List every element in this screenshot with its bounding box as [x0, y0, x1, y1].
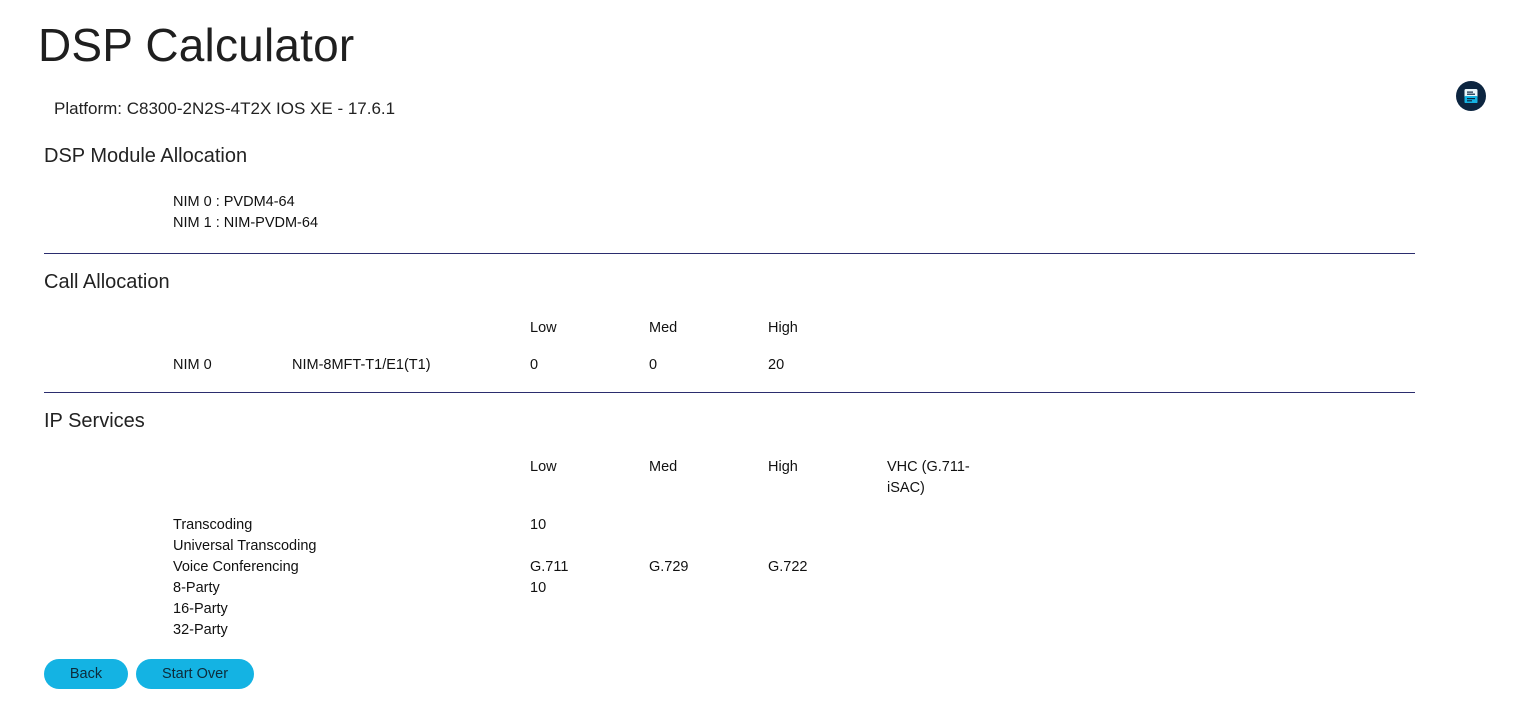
dsp-module-item: NIM 0 : PVDM4-64: [173, 194, 295, 210]
start-over-button[interactable]: Start Over: [136, 659, 254, 689]
dsp-module-item: NIM 1 : NIM-PVDM-64: [173, 215, 319, 231]
ip-services-title: IP Services: [44, 410, 145, 432]
universal-transcoding-label: Universal Transcoding: [173, 538, 317, 554]
call-allocation-title: Call Allocation: [44, 271, 170, 293]
party-16-label: 16-Party: [173, 601, 228, 617]
ip-header-med: Med: [649, 459, 678, 475]
platform-info: Platform: C8300-2N2S-4T2X IOS XE - 17.6.…: [54, 99, 396, 118]
back-button[interactable]: Back: [44, 659, 128, 689]
call-header-low: Low: [530, 320, 557, 336]
transcoding-label: Transcoding: [173, 517, 253, 533]
call-header-high: High: [768, 320, 798, 336]
section-divider: [44, 392, 1415, 393]
ip-header-low: Low: [530, 459, 557, 475]
call-header-med: Med: [649, 320, 678, 336]
party-8-label: 8-Party: [173, 580, 220, 596]
page-title: DSP Calculator: [38, 19, 355, 71]
ip-header-vhc-cont: iSAC): [887, 480, 925, 496]
report-button[interactable]: [1456, 81, 1486, 111]
dsp-module-allocation-title: DSP Module Allocation: [44, 145, 248, 167]
codec-g711: G.711: [530, 559, 569, 575]
transcoding-low: 10: [530, 517, 547, 533]
ip-header-vhc: VHC (G.711-: [887, 459, 970, 475]
section-divider: [44, 253, 1415, 254]
ip-header-high: High: [768, 459, 798, 475]
codec-g722: G.722: [768, 559, 808, 575]
party-32-label: 32-Party: [173, 622, 228, 638]
codec-g729: G.729: [649, 559, 689, 575]
call-row-high: 20: [768, 357, 785, 373]
voice-conferencing-label: Voice Conferencing: [173, 559, 299, 575]
party-8-value: 10: [530, 580, 547, 596]
call-row-med: 0: [649, 357, 658, 373]
report-icon: [1463, 88, 1479, 104]
call-row-low: 0: [530, 357, 539, 373]
call-row-module: NIM-8MFT-T1/E1(T1): [292, 357, 431, 373]
call-row-slot: NIM 0: [173, 357, 212, 373]
